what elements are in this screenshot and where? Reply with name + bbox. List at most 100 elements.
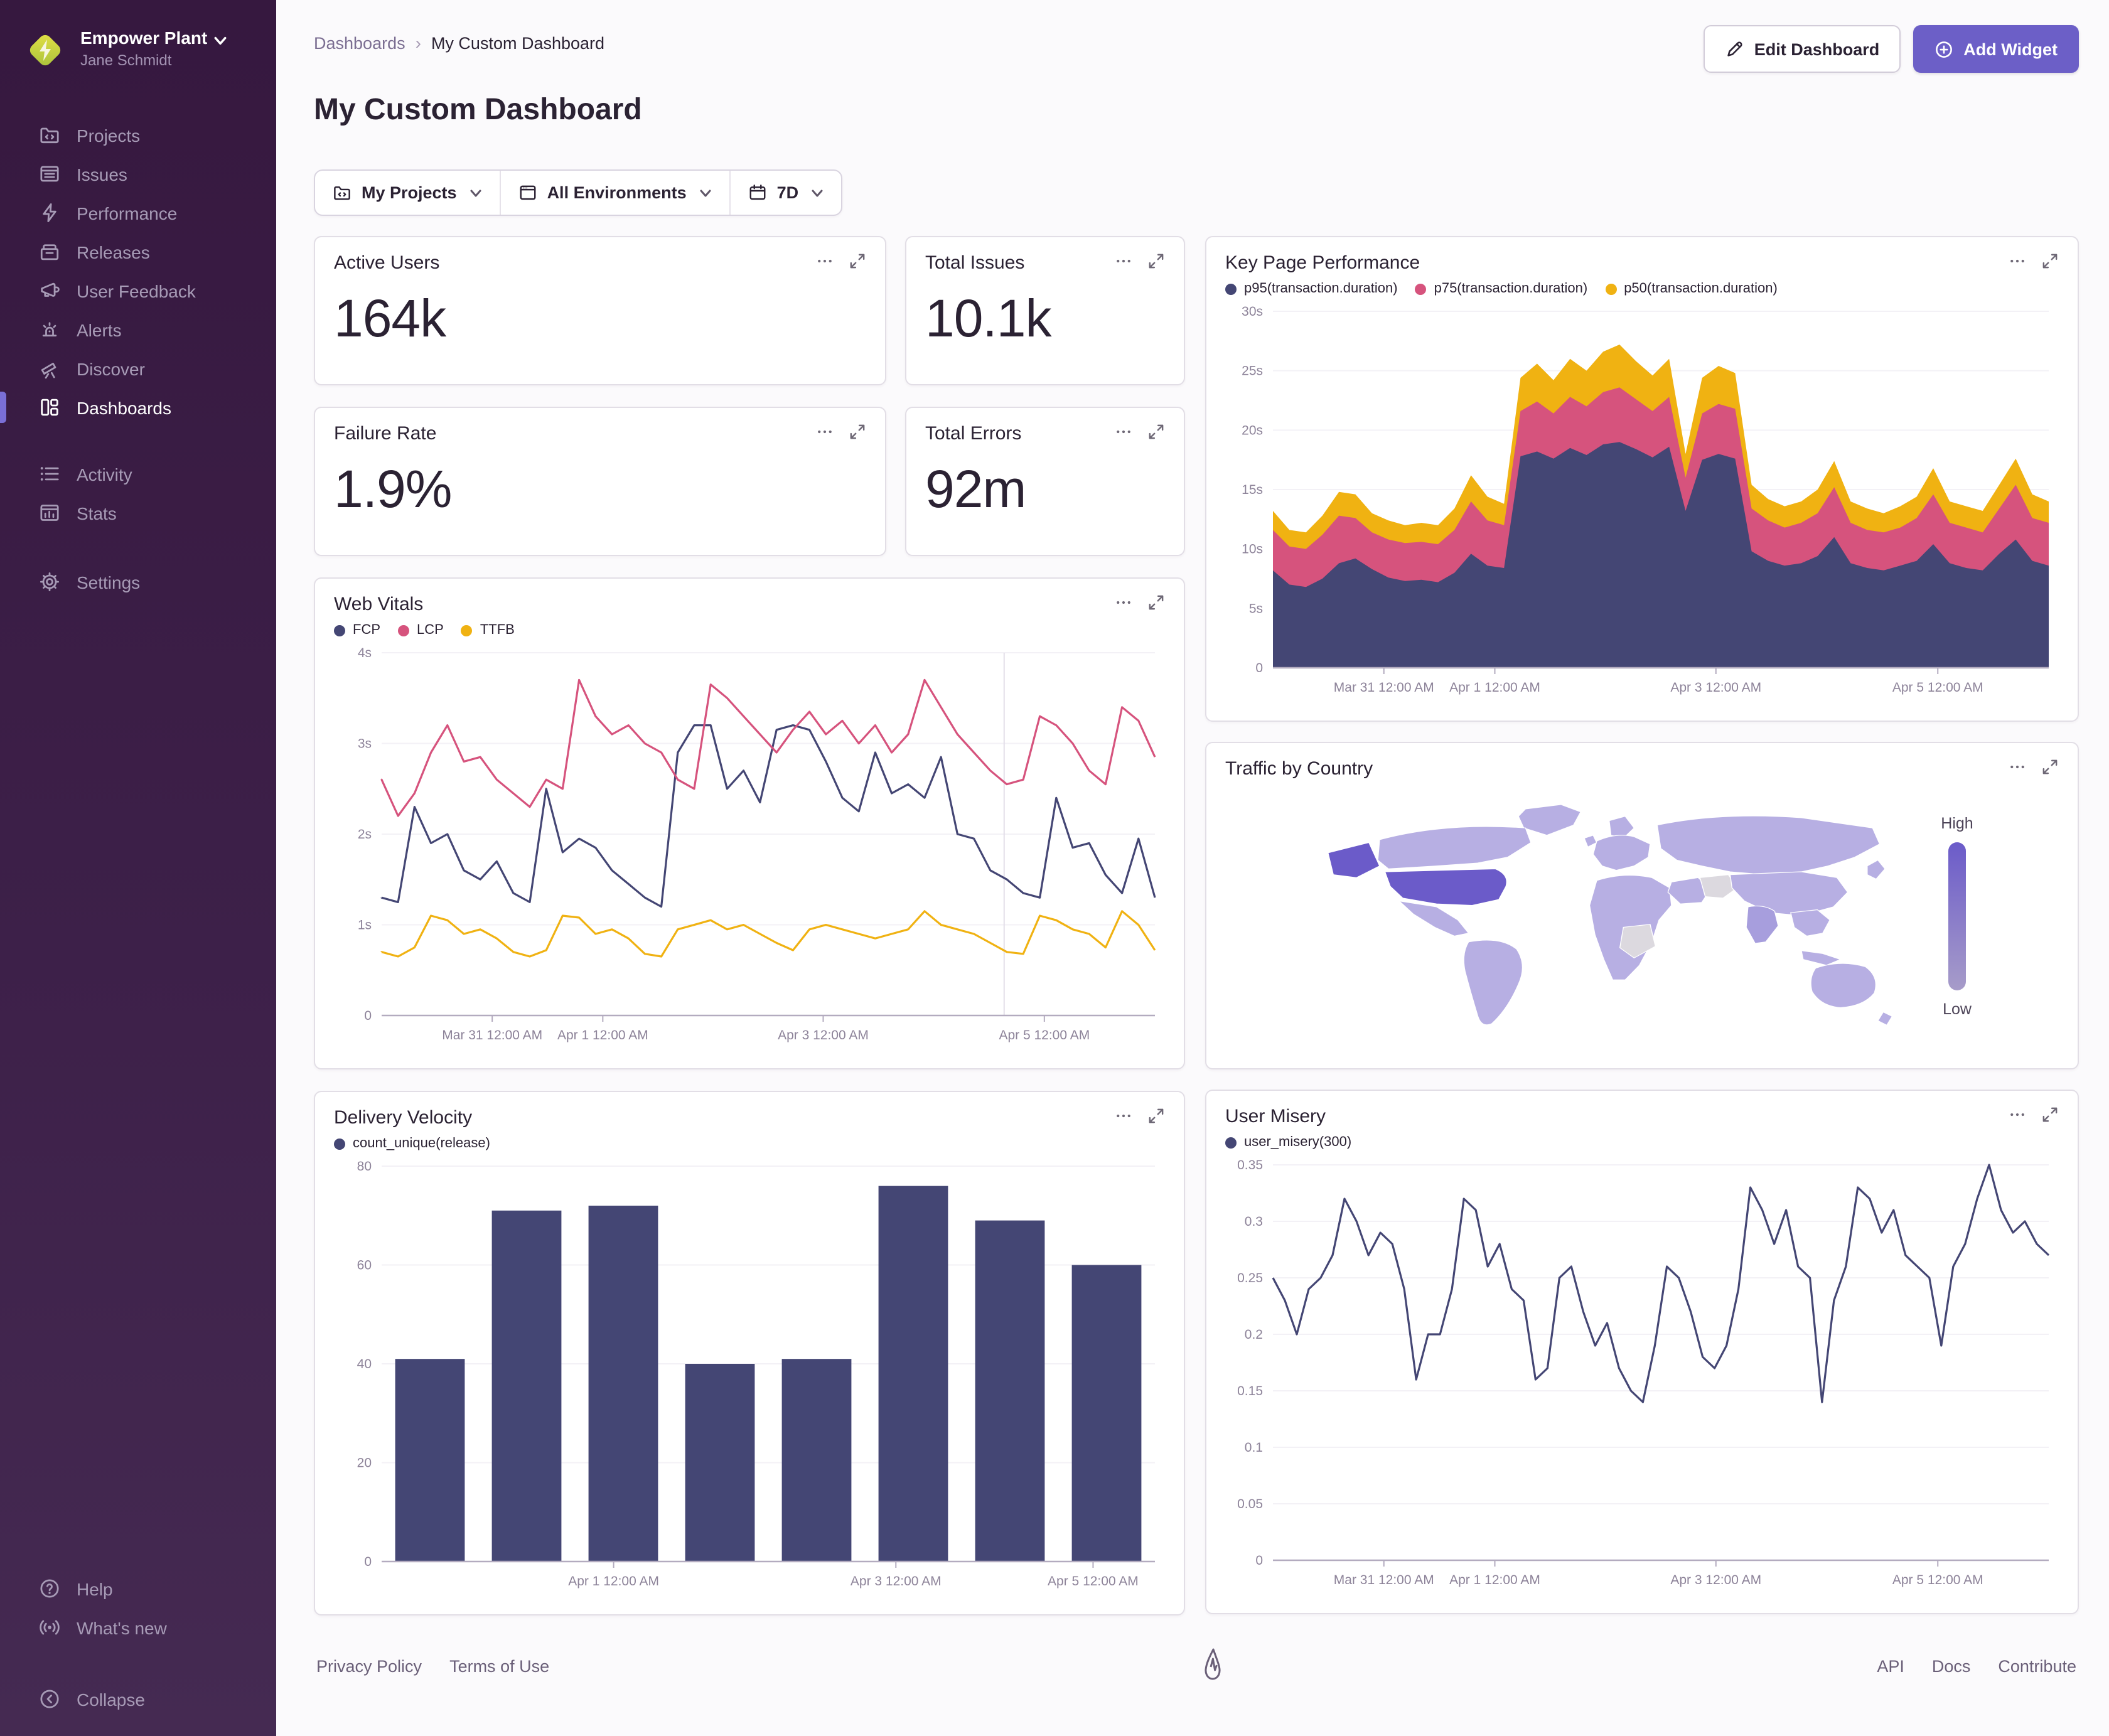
svg-text:2s: 2s	[358, 827, 372, 842]
filter-7d[interactable]: 7D	[729, 171, 842, 215]
expand-icon[interactable]	[2041, 1106, 2059, 1123]
collapse-icon	[39, 1688, 60, 1710]
sidebar-item-label: Issues	[77, 164, 127, 184]
sidebar-item-discover[interactable]: Discover	[0, 349, 276, 388]
sidebar: Empower Plant Jane Schmidt Projects Issue…	[0, 0, 276, 1736]
filter-my-projects[interactable]: My Projects	[315, 171, 500, 215]
svg-text:20s: 20s	[1242, 423, 1263, 437]
legend-item[interactable]: p75(transaction.duration)	[1415, 281, 1587, 296]
footer-left-links: Privacy Policy Terms of Use	[316, 1656, 549, 1675]
more-menu-icon[interactable]	[816, 423, 834, 441]
expand-icon[interactable]	[2041, 252, 2059, 270]
more-menu-icon[interactable]	[2009, 252, 2026, 270]
web-vitals-chart[interactable]: 0 1s 2s 3s 4s Mar 31 12:00 AM Apr 1 12:00 AM Ap…	[334, 638, 1165, 1053]
sidebar-item-label: Stats	[77, 503, 117, 523]
org-name: Empower Plant	[80, 28, 208, 48]
stat-value: 1.9%	[334, 459, 452, 518]
legend-item[interactable]: p50(transaction.duration)	[1605, 281, 1778, 296]
window-icon	[518, 183, 537, 202]
svg-text:Apr 1 12:00 AM: Apr 1 12:00 AM	[1449, 680, 1540, 695]
legend-item[interactable]: LCP	[398, 623, 444, 638]
footer-link-terms-of-use[interactable]: Terms of Use	[449, 1656, 549, 1675]
sidebar-item-help[interactable]: Help	[0, 1569, 276, 1608]
filter-all-environments[interactable]: All Environments	[499, 171, 729, 215]
expand-icon[interactable]	[849, 252, 866, 270]
legend-item[interactable]: TTFB	[461, 623, 515, 638]
user-misery-chart[interactable]: 0 0.05 0.1 0.15 0.2 0.25 0.3 0.35 Mar 31 12:00 A…	[1225, 1150, 2059, 1598]
more-menu-icon[interactable]	[2009, 758, 2026, 776]
sidebar-item-user-feedback[interactable]: User Feedback	[0, 271, 276, 310]
svg-text:1s: 1s	[358, 918, 372, 933]
sidebar-item-projects[interactable]: Projects	[0, 115, 276, 154]
svg-text:20: 20	[357, 1456, 372, 1471]
legend-item[interactable]: user_misery(300)	[1225, 1135, 1351, 1150]
svg-text:60: 60	[357, 1258, 372, 1273]
widget-title: Total Issues	[925, 252, 1025, 274]
dashboards-icon	[39, 397, 60, 418]
delivery-velocity-chart[interactable]: 0 20 40 60 80 Apr 1 12:00 AM Apr 3 12:00 AM Apr…	[334, 1151, 1165, 1599]
legend-dot	[1605, 283, 1617, 294]
breadcrumb-dashboards-link[interactable]: Dashboards	[314, 33, 405, 52]
sidebar-item-dashboards[interactable]: Dashboards	[0, 388, 276, 427]
sidebar-item-issues[interactable]: Issues	[0, 154, 276, 193]
legend-dot	[1225, 283, 1237, 294]
more-menu-icon[interactable]	[1115, 594, 1132, 611]
svg-text:0.15: 0.15	[1237, 1384, 1263, 1398]
footer-link-api[interactable]: API	[1877, 1656, 1904, 1675]
expand-icon[interactable]	[2041, 758, 2059, 776]
expand-icon[interactable]	[1147, 594, 1165, 611]
sidebar-item-label: What's new	[77, 1617, 167, 1637]
sidebar-item-label: Performance	[77, 203, 178, 223]
edit-dashboard-button[interactable]: Edit Dashboard	[1704, 25, 1901, 73]
more-menu-icon[interactable]	[1115, 423, 1132, 441]
svg-text:0.05: 0.05	[1237, 1497, 1263, 1511]
filter-bar: My Projects All Environments 7D	[314, 169, 843, 216]
svg-text:0: 0	[364, 1009, 372, 1023]
activity-icon	[39, 463, 60, 485]
sidebar-item-stats[interactable]: Stats	[0, 493, 276, 532]
sidebar-item-settings[interactable]: Settings	[0, 562, 276, 601]
widget-total-issues: Total Issues 10.1k	[905, 236, 1185, 385]
sidebar-item-what-s-new[interactable]: What's new	[0, 1608, 276, 1647]
breadcrumb-separator: ›	[415, 33, 421, 53]
more-menu-icon[interactable]	[816, 252, 834, 270]
svg-text:Mar 31 12:00 AM: Mar 31 12:00 AM	[1334, 1573, 1434, 1587]
more-menu-icon[interactable]	[1115, 252, 1132, 270]
breadcrumb-current: My Custom Dashboard	[431, 33, 605, 52]
footer-link-contribute[interactable]: Contribute	[1998, 1656, 2076, 1675]
footer-link-docs[interactable]: Docs	[1932, 1656, 1971, 1675]
sidebar-item-alerts[interactable]: Alerts	[0, 310, 276, 349]
add-widget-button[interactable]: Add Widget	[1913, 25, 2079, 73]
expand-icon[interactable]	[1147, 252, 1165, 270]
legend-item[interactable]: FCP	[334, 623, 380, 638]
pencil-icon	[1725, 40, 1744, 58]
org-switcher[interactable]: Empower Plant Jane Schmidt	[0, 18, 276, 83]
footer-link-privacy-policy[interactable]: Privacy Policy	[316, 1656, 422, 1675]
legend-dot	[461, 624, 473, 636]
sidebar-item-releases[interactable]: Releases	[0, 232, 276, 271]
chart-legend: count_unique(release)	[334, 1136, 1165, 1151]
more-menu-icon[interactable]	[2009, 1106, 2026, 1123]
sidebar-item-activity[interactable]: Activity	[0, 454, 276, 493]
widget-failure-rate: Failure Rate 1.9%	[314, 407, 886, 556]
sidebar-item-performance[interactable]: Performance	[0, 193, 276, 232]
sidebar-item-collapse[interactable]: Collapse	[0, 1680, 276, 1718]
svg-text:0.35: 0.35	[1237, 1158, 1263, 1172]
key-page-performance-chart[interactable]: 0 5s 10s 15s 20s 25s 30s Mar 31 12:00 AM Apr 1 1…	[1225, 296, 2059, 705]
sidebar-item-label: Dashboards	[77, 397, 171, 417]
user-name: Jane Schmidt	[80, 51, 172, 68]
map-gradient-bar	[1948, 842, 1966, 990]
expand-icon[interactable]	[1147, 423, 1165, 441]
stat-value: 10.1k	[925, 289, 1052, 348]
chevron-down-icon	[811, 186, 824, 199]
legend-item[interactable]: p95(transaction.duration)	[1225, 281, 1398, 296]
legend-item[interactable]: count_unique(release)	[334, 1136, 490, 1151]
expand-icon[interactable]	[849, 423, 866, 441]
feedback-icon	[39, 280, 60, 301]
expand-icon[interactable]	[1147, 1107, 1165, 1125]
main-content: Dashboards › My Custom Dashboard Edit Da…	[276, 0, 2109, 1736]
svg-text:30s: 30s	[1242, 304, 1263, 319]
dashboard-grid: Active Users 164k Total Issues 10.1k Fai…	[314, 236, 2079, 1615]
more-menu-icon[interactable]	[1115, 1107, 1132, 1125]
folder-code-icon	[333, 183, 352, 202]
